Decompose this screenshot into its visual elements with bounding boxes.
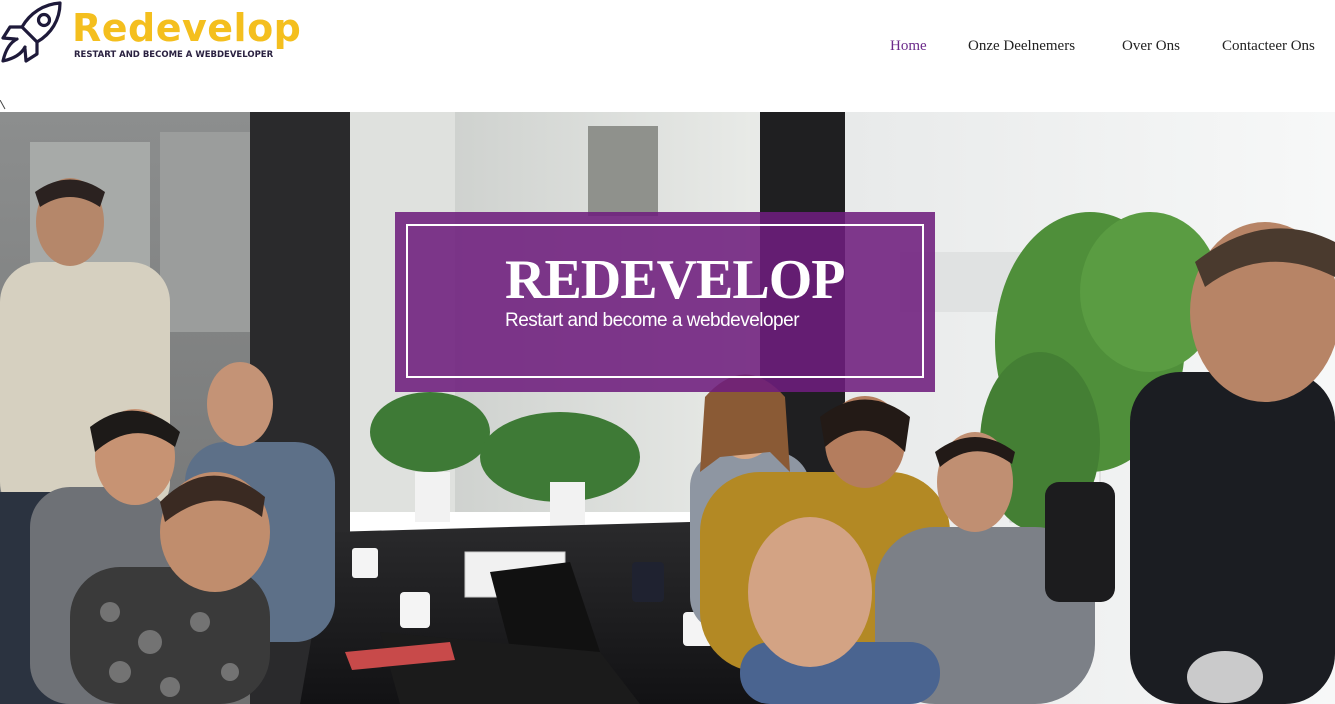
nav-over-ons[interactable]: Over Ons bbox=[1122, 38, 1180, 55]
main-nav: Home Onze Deelnemers Over Ons Contacteer… bbox=[0, 38, 1335, 58]
nav-onze-deelnemers[interactable]: Onze Deelnemers bbox=[968, 38, 1075, 55]
hero-subtitle: Restart and become a webdeveloper bbox=[505, 310, 800, 331]
site-header: Redevelop RESTART AND BECOME A WEBDEVELO… bbox=[0, 0, 1335, 112]
nav-contacteer-ons[interactable]: Contacteer Ons bbox=[1222, 38, 1315, 55]
nav-home[interactable]: Home bbox=[890, 38, 927, 55]
hero-overlay-box: REDEVELOP Restart and become a webdevelo… bbox=[395, 212, 935, 392]
hero-title: REDEVELOP bbox=[505, 249, 845, 311]
hero-photo bbox=[0, 112, 1335, 704]
hero-banner: REDEVELOP Restart and become a webdevelo… bbox=[0, 112, 1335, 704]
site-logo[interactable]: Redevelop RESTART AND BECOME A WEBDEVELO… bbox=[0, 0, 310, 70]
divider-mark bbox=[0, 100, 6, 110]
